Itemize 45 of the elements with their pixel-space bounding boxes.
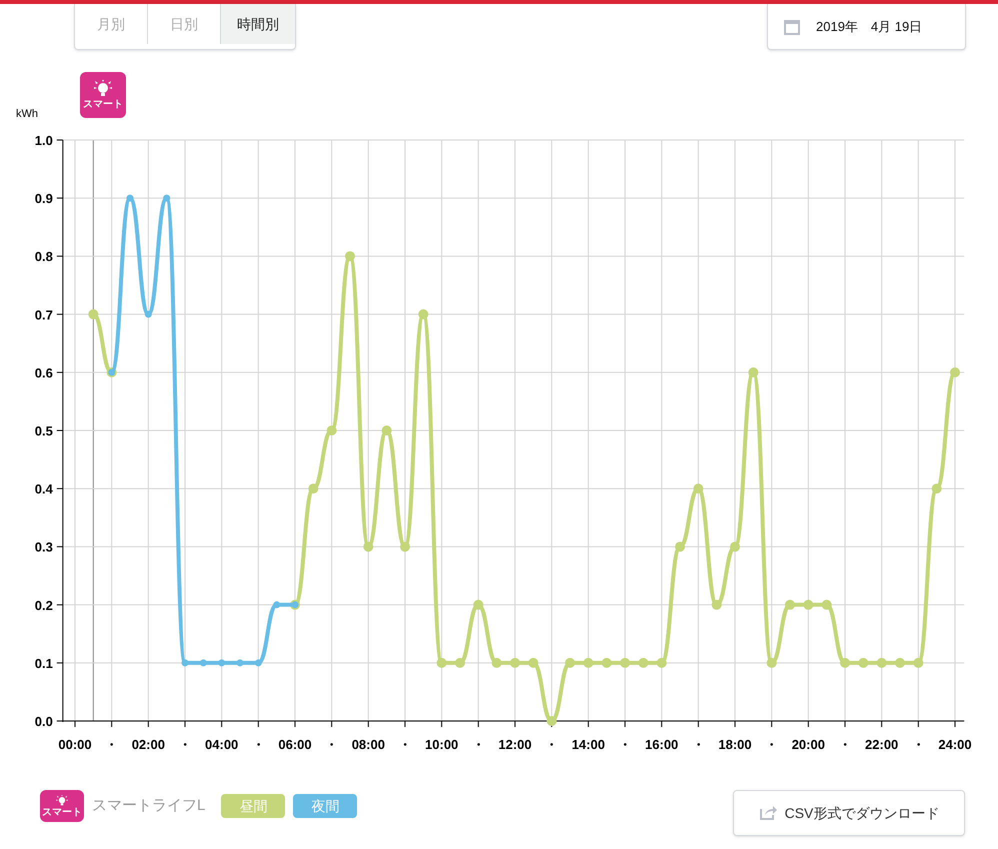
y-tick-label: 0.8 <box>34 249 53 264</box>
x-tick-label: ・ <box>838 737 852 752</box>
y-tick-label: 0.7 <box>34 307 53 322</box>
y-tick-label: 0.3 <box>34 540 53 555</box>
plan-name: スマートライフL <box>92 796 206 816</box>
x-tick-label: 16:00 <box>645 737 678 752</box>
x-tick-label: 04:00 <box>205 737 238 752</box>
x-tick-label: 18:00 <box>718 737 752 752</box>
x-tick-label: ・ <box>398 737 412 752</box>
y-tick-label: 0.9 <box>34 191 53 206</box>
x-tick-label: ・ <box>692 737 705 752</box>
x-tick-label: 10:00 <box>425 737 458 752</box>
badge-text: スマート <box>42 808 82 818</box>
x-tick-label: ・ <box>105 737 118 752</box>
x-tick-label: ・ <box>618 737 632 752</box>
x-tick-label: ・ <box>545 737 558 752</box>
x-tick-label: 08:00 <box>352 737 385 752</box>
csv-download-button[interactable]: CSV形式でダウンロード <box>733 790 965 836</box>
y-tick-label: 0.0 <box>34 714 53 729</box>
x-tick-label: ・ <box>178 737 192 752</box>
x-tick-label: 22:00 <box>865 737 898 752</box>
x-tick-label: ・ <box>765 737 778 752</box>
x-tick-label: 00:00 <box>58 737 92 752</box>
x-tick-label: 02:00 <box>132 737 165 752</box>
y-axis-title: kWh <box>16 107 38 122</box>
y-tick-label: 0.2 <box>34 598 53 613</box>
x-tick-label: 14:00 <box>572 737 605 752</box>
y-tick-label: 1.0 <box>34 133 53 148</box>
x-tick-label: ・ <box>472 737 485 752</box>
x-tick-label: ・ <box>325 737 338 752</box>
x-tick-label: 20:00 <box>792 737 825 752</box>
x-tick-label: 12:00 <box>498 737 532 752</box>
y-tick-label: 0.6 <box>34 365 53 380</box>
legend-tag: 昼間 <box>221 794 286 818</box>
legend-tag: 夜間 <box>293 794 358 818</box>
date-picker[interactable]: 2019年 4月 19日 <box>767 4 966 50</box>
tab[interactable]: 時間別 <box>221 4 295 44</box>
x-tick-label: 06:00 <box>278 737 312 752</box>
x-tick-label: 24:00 <box>938 737 972 752</box>
y-tick-label: 0.5 <box>34 424 53 438</box>
x-tick-label: ・ <box>912 737 925 752</box>
x-tick-label: ・ <box>252 737 265 752</box>
y-tick-label: 0.4 <box>34 482 53 497</box>
y-tick-label: 0.1 <box>34 656 53 671</box>
badge-text: スマート <box>83 100 123 110</box>
